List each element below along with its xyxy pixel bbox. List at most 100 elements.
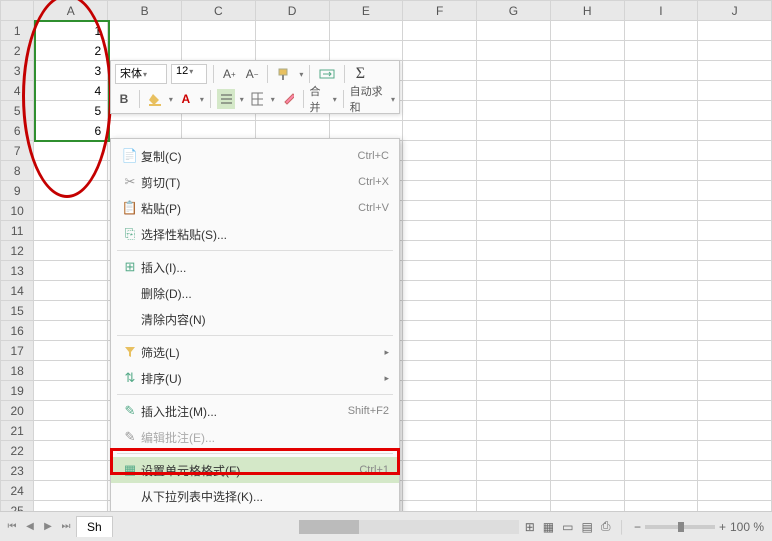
column-header-D[interactable]: D <box>255 1 329 21</box>
cell-J15[interactable] <box>698 301 772 321</box>
cell-A10[interactable] <box>34 201 108 221</box>
cell-D2[interactable] <box>255 41 329 61</box>
cell-J16[interactable] <box>698 321 772 341</box>
cell-I7[interactable] <box>624 141 698 161</box>
borders-icon[interactable] <box>248 89 266 109</box>
row-header-14[interactable]: 14 <box>1 281 34 301</box>
row-header-11[interactable]: 11 <box>1 221 34 241</box>
cell-I23[interactable] <box>624 461 698 481</box>
cell-G7[interactable] <box>476 141 550 161</box>
cell-I16[interactable] <box>624 321 698 341</box>
increase-font-icon[interactable]: A+ <box>220 64 239 84</box>
cell-G6[interactable] <box>476 121 550 141</box>
menu-copy[interactable]: 📄复制(C)Ctrl+C <box>111 143 399 169</box>
menu-filter[interactable]: 筛选(L)▸ <box>111 339 399 365</box>
cell-I17[interactable] <box>624 341 698 361</box>
cell-I15[interactable] <box>624 301 698 321</box>
cell-I21[interactable] <box>624 421 698 441</box>
cell-J11[interactable] <box>698 221 772 241</box>
menu-format-cells[interactable]: ▦设置单元格格式(F)...Ctrl+1 <box>111 457 399 483</box>
cell-I14[interactable] <box>624 281 698 301</box>
cell-H16[interactable] <box>550 321 624 341</box>
cell-G20[interactable] <box>476 401 550 421</box>
cell-H2[interactable] <box>550 41 624 61</box>
cell-H8[interactable] <box>550 161 624 181</box>
cell-A18[interactable] <box>34 361 108 381</box>
row-header-8[interactable]: 8 <box>1 161 34 181</box>
cell-F20[interactable] <box>403 401 477 421</box>
cell-I24[interactable] <box>624 481 698 501</box>
menu-cut[interactable]: ✂剪切(T)Ctrl+X <box>111 169 399 195</box>
merge-label[interactable]: 合并 <box>310 83 328 115</box>
view-normal-icon[interactable]: ⊞ <box>525 520 535 534</box>
cell-I5[interactable] <box>624 101 698 121</box>
cell-F16[interactable] <box>403 321 477 341</box>
menu-insert-comment[interactable]: ✎插入批注(M)...Shift+F2 <box>111 398 399 424</box>
row-header-24[interactable]: 24 <box>1 481 34 501</box>
cell-F5[interactable] <box>403 101 477 121</box>
cell-G2[interactable] <box>476 41 550 61</box>
cell-H21[interactable] <box>550 421 624 441</box>
cell-J8[interactable] <box>698 161 772 181</box>
cell-A1[interactable]: 1 <box>34 21 108 41</box>
cell-J23[interactable] <box>698 461 772 481</box>
cell-J24[interactable] <box>698 481 772 501</box>
column-header-B[interactable]: B <box>108 1 182 21</box>
tab-nav-prev[interactable]: ◀ <box>22 519 38 535</box>
row-header-19[interactable]: 19 <box>1 381 34 401</box>
cell-I25[interactable] <box>624 501 698 512</box>
cell-A6[interactable]: 6 <box>34 121 108 141</box>
cell-I19[interactable] <box>624 381 698 401</box>
cell-G22[interactable] <box>476 441 550 461</box>
cell-A13[interactable] <box>34 261 108 281</box>
cell-J12[interactable] <box>698 241 772 261</box>
menu-insert[interactable]: ⊞插入(I)... <box>111 254 399 280</box>
cell-G11[interactable] <box>476 221 550 241</box>
cell-J25[interactable] <box>698 501 772 512</box>
cell-J21[interactable] <box>698 421 772 441</box>
row-header-23[interactable]: 23 <box>1 461 34 481</box>
clear-format-icon[interactable] <box>279 89 297 109</box>
font-combo[interactable]: 宋体▾ <box>115 64 167 84</box>
cell-A22[interactable] <box>34 441 108 461</box>
cell-G18[interactable] <box>476 361 550 381</box>
cell-G13[interactable] <box>476 261 550 281</box>
cell-H20[interactable] <box>550 401 624 421</box>
row-header-3[interactable]: 3 <box>1 61 34 81</box>
row-header-6[interactable]: 6 <box>1 121 34 141</box>
cell-J1[interactable] <box>698 21 772 41</box>
cell-H6[interactable] <box>550 121 624 141</box>
cell-D1[interactable] <box>255 21 329 41</box>
cell-H23[interactable] <box>550 461 624 481</box>
column-header-G[interactable]: G <box>476 1 550 21</box>
cell-J10[interactable] <box>698 201 772 221</box>
row-header-1[interactable]: 1 <box>1 21 34 41</box>
menu-delete[interactable]: 删除(D)... <box>111 280 399 306</box>
cell-A21[interactable] <box>34 421 108 441</box>
cell-J17[interactable] <box>698 341 772 361</box>
cell-F18[interactable] <box>403 361 477 381</box>
cell-E2[interactable] <box>329 41 403 61</box>
font-size-combo[interactable]: 12▾ <box>171 64 207 84</box>
cell-A24[interactable] <box>34 481 108 501</box>
cell-E1[interactable] <box>329 21 403 41</box>
cell-G16[interactable] <box>476 321 550 341</box>
cell-H3[interactable] <box>550 61 624 81</box>
cell-H19[interactable] <box>550 381 624 401</box>
cell-F25[interactable] <box>403 501 477 512</box>
cell-H14[interactable] <box>550 281 624 301</box>
cell-F19[interactable] <box>403 381 477 401</box>
row-header-10[interactable]: 10 <box>1 201 34 221</box>
cell-I2[interactable] <box>624 41 698 61</box>
cell-H13[interactable] <box>550 261 624 281</box>
cell-F9[interactable] <box>403 181 477 201</box>
column-header-F[interactable]: F <box>403 1 477 21</box>
cell-H4[interactable] <box>550 81 624 101</box>
cell-J2[interactable] <box>698 41 772 61</box>
cell-H10[interactable] <box>550 201 624 221</box>
cell-J6[interactable] <box>698 121 772 141</box>
row-header-17[interactable]: 17 <box>1 341 34 361</box>
row-header-12[interactable]: 12 <box>1 241 34 261</box>
tab-nav-last[interactable]: ⏭ <box>58 519 74 535</box>
cell-A14[interactable] <box>34 281 108 301</box>
